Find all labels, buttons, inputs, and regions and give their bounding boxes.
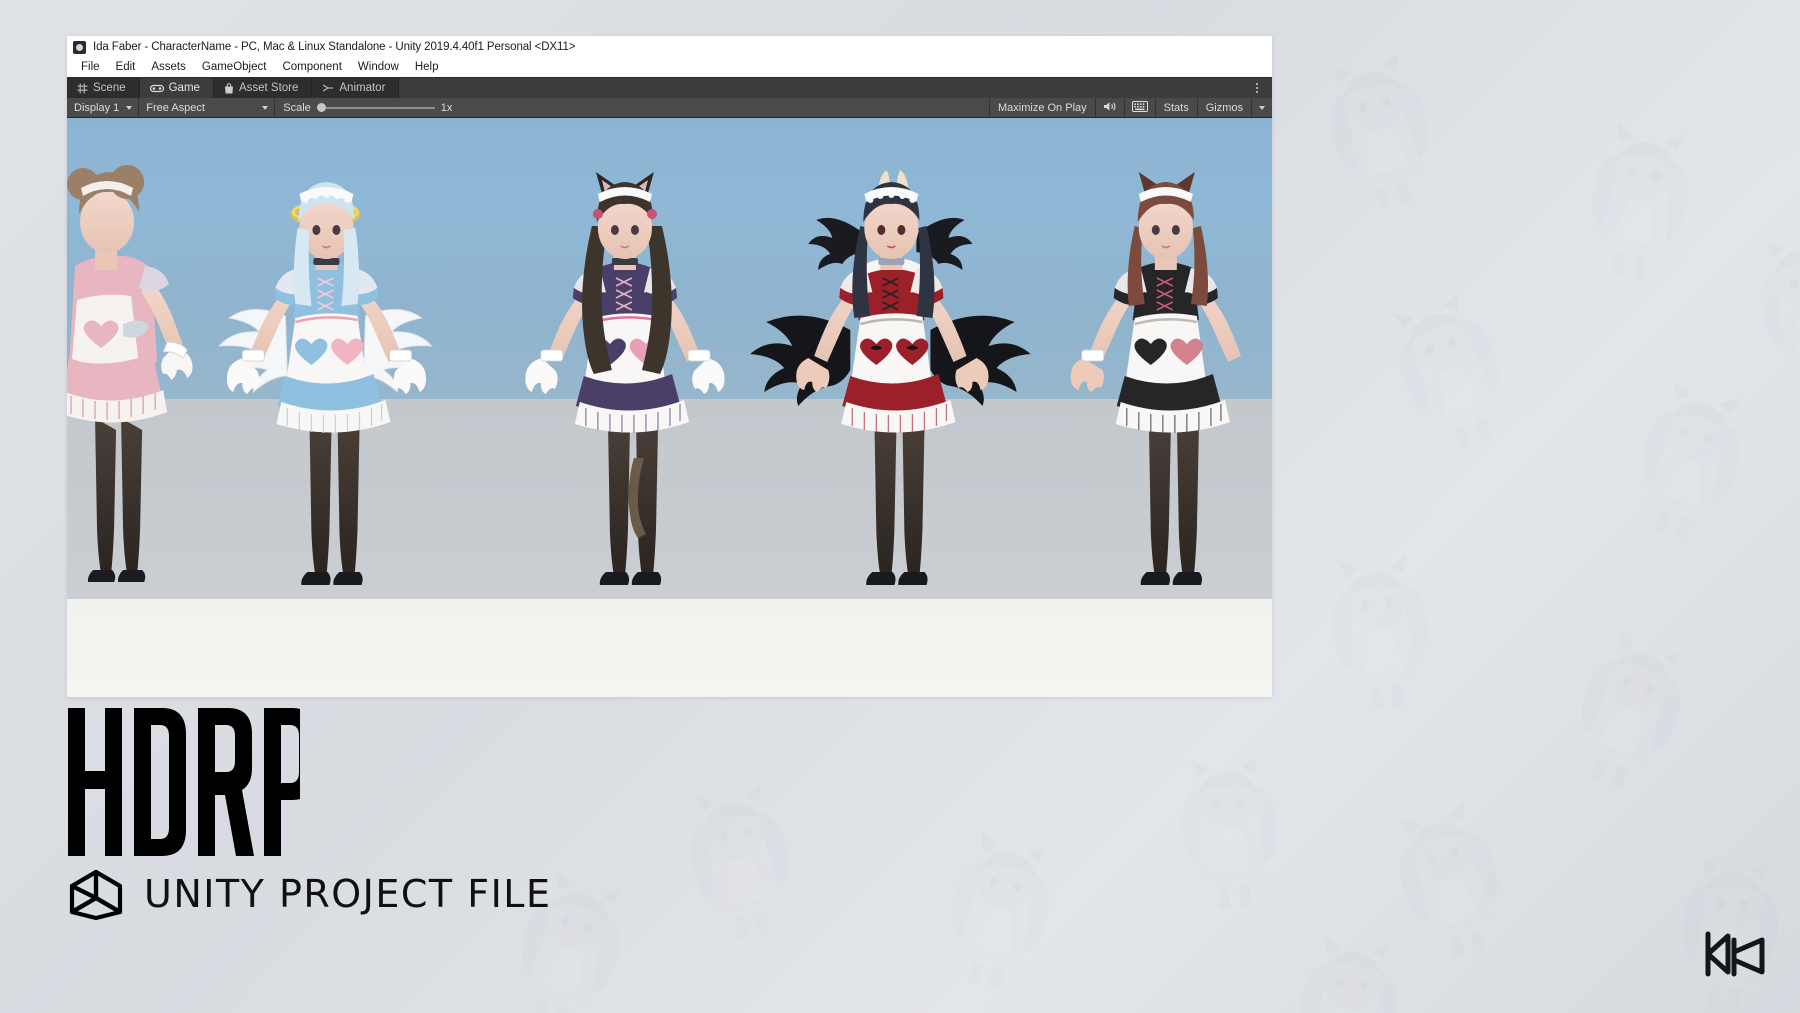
window-title: Ida Faber - CharacterName - PC, Mac & Li… (93, 41, 576, 53)
editor-tab-strip: Scene Game Asset Store Animator (67, 77, 1272, 98)
hdrp-wordmark (68, 708, 300, 856)
animator-node-icon (322, 83, 334, 93)
tab-scene-label: Scene (93, 82, 126, 94)
game-toolbar-right: Maximize On Play Stats Gizmos (989, 98, 1272, 117)
unity-cube-logo (69, 869, 123, 920)
maximize-on-play-label: Maximize On Play (998, 101, 1087, 114)
menu-item-assets[interactable]: Assets (143, 60, 194, 75)
aspect-ratio-dropdown[interactable]: Free Aspect (139, 98, 274, 117)
kda-logo (1702, 926, 1776, 987)
tab-asset-store-label: Asset Store (238, 82, 299, 94)
kebab-menu-icon[interactable] (1250, 78, 1264, 98)
menu-item-component[interactable]: Component (274, 60, 349, 75)
maximize-on-play-button[interactable]: Maximize On Play (989, 98, 1095, 117)
character-angel-maid (218, 182, 433, 585)
gizmos-button[interactable]: Gizmos (1196, 98, 1251, 117)
keyboard-grid-icon (1131, 100, 1148, 115)
character-devil-maid (750, 170, 1031, 585)
character-purple-cat-maid (525, 172, 725, 585)
character-lineup (67, 118, 1272, 697)
gizmos-dropdown-button[interactable] (1251, 98, 1272, 117)
chevron-down-icon (1259, 105, 1265, 110)
scale-slider[interactable] (316, 102, 435, 114)
character-pink-maid (67, 165, 193, 582)
character-black-maid (1070, 172, 1241, 585)
speaker-icon (1103, 101, 1117, 115)
tab-animator-label: Animator (339, 82, 386, 94)
unity-project-file-line: UNITY PROJECT FILE (68, 868, 551, 920)
scale-label: Scale (283, 101, 311, 114)
menu-bar: File Edit Assets GameObject Component Wi… (67, 58, 1272, 77)
menu-item-edit[interactable]: Edit (108, 60, 144, 75)
gamepad-icon (149, 84, 164, 93)
tab-asset-store[interactable]: Asset Store (213, 78, 313, 98)
scale-value: 1x (440, 101, 453, 114)
grid-icon (77, 83, 88, 94)
tab-game-label: Game (168, 82, 200, 94)
branding-block: UNITY PROJECT FILE (68, 708, 551, 920)
chevron-down-icon (126, 105, 133, 110)
stats-label: Stats (1163, 101, 1189, 114)
gizmos-label: Gizmos (1205, 101, 1243, 114)
menu-item-window[interactable]: Window (350, 60, 407, 75)
display-dropdown[interactable]: Display 1 (67, 98, 138, 117)
unity-app-icon (73, 40, 86, 54)
game-view-render[interactable] (67, 118, 1272, 697)
aspect-ratio-label: Free Aspect (146, 101, 205, 114)
menu-item-gameobject[interactable]: GameObject (194, 60, 275, 75)
tab-scene[interactable]: Scene (67, 78, 140, 98)
scale-slider-knob[interactable] (316, 103, 326, 112)
scale-control-group: Scale 1x (275, 98, 460, 117)
tab-game[interactable]: Game (139, 78, 214, 98)
unity-editor-window: Ida Faber - CharacterName - PC, Mac & Li… (67, 36, 1272, 697)
mute-audio-button[interactable] (1094, 98, 1124, 117)
menu-item-help[interactable]: Help (407, 60, 447, 75)
tab-animator[interactable]: Animator (312, 78, 400, 98)
page-root: Ida Faber - CharacterName - PC, Mac & Li… (0, 0, 1800, 1013)
shopping-bag-icon (224, 82, 234, 94)
menu-item-file[interactable]: File (73, 60, 108, 75)
stats-button[interactable]: Stats (1154, 98, 1197, 117)
scale-slider-track (316, 106, 435, 109)
chevron-down-icon (262, 105, 269, 110)
display-dropdown-label: Display 1 (74, 101, 120, 114)
title-bar: Ida Faber - CharacterName - PC, Mac & Li… (67, 36, 1272, 58)
stats-grid-button[interactable] (1123, 98, 1155, 117)
unity-project-file-label: UNITY PROJECT FILE (144, 872, 552, 916)
game-view-toolbar: Display 1 Free Aspect Scale 1x Maximize (67, 98, 1272, 118)
